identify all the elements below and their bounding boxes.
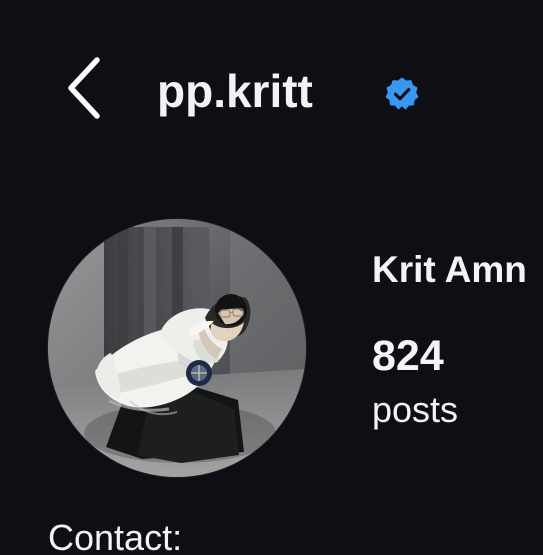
profile-screen: pp.kritt Krit Amn 824 posts Contact: (0, 0, 543, 555)
verified-badge-icon (384, 76, 420, 112)
avatar-photo (48, 219, 306, 477)
contact-label: Contact: (48, 517, 183, 555)
profile-full-name: Krit Amn (372, 249, 527, 290)
profile-username: pp.kritt (157, 65, 313, 117)
posts-label: posts (372, 389, 459, 430)
chevron-left-icon (68, 57, 100, 119)
posts-count: 824 (372, 332, 444, 380)
back-button[interactable] (58, 57, 108, 119)
profile-avatar[interactable] (48, 219, 306, 477)
